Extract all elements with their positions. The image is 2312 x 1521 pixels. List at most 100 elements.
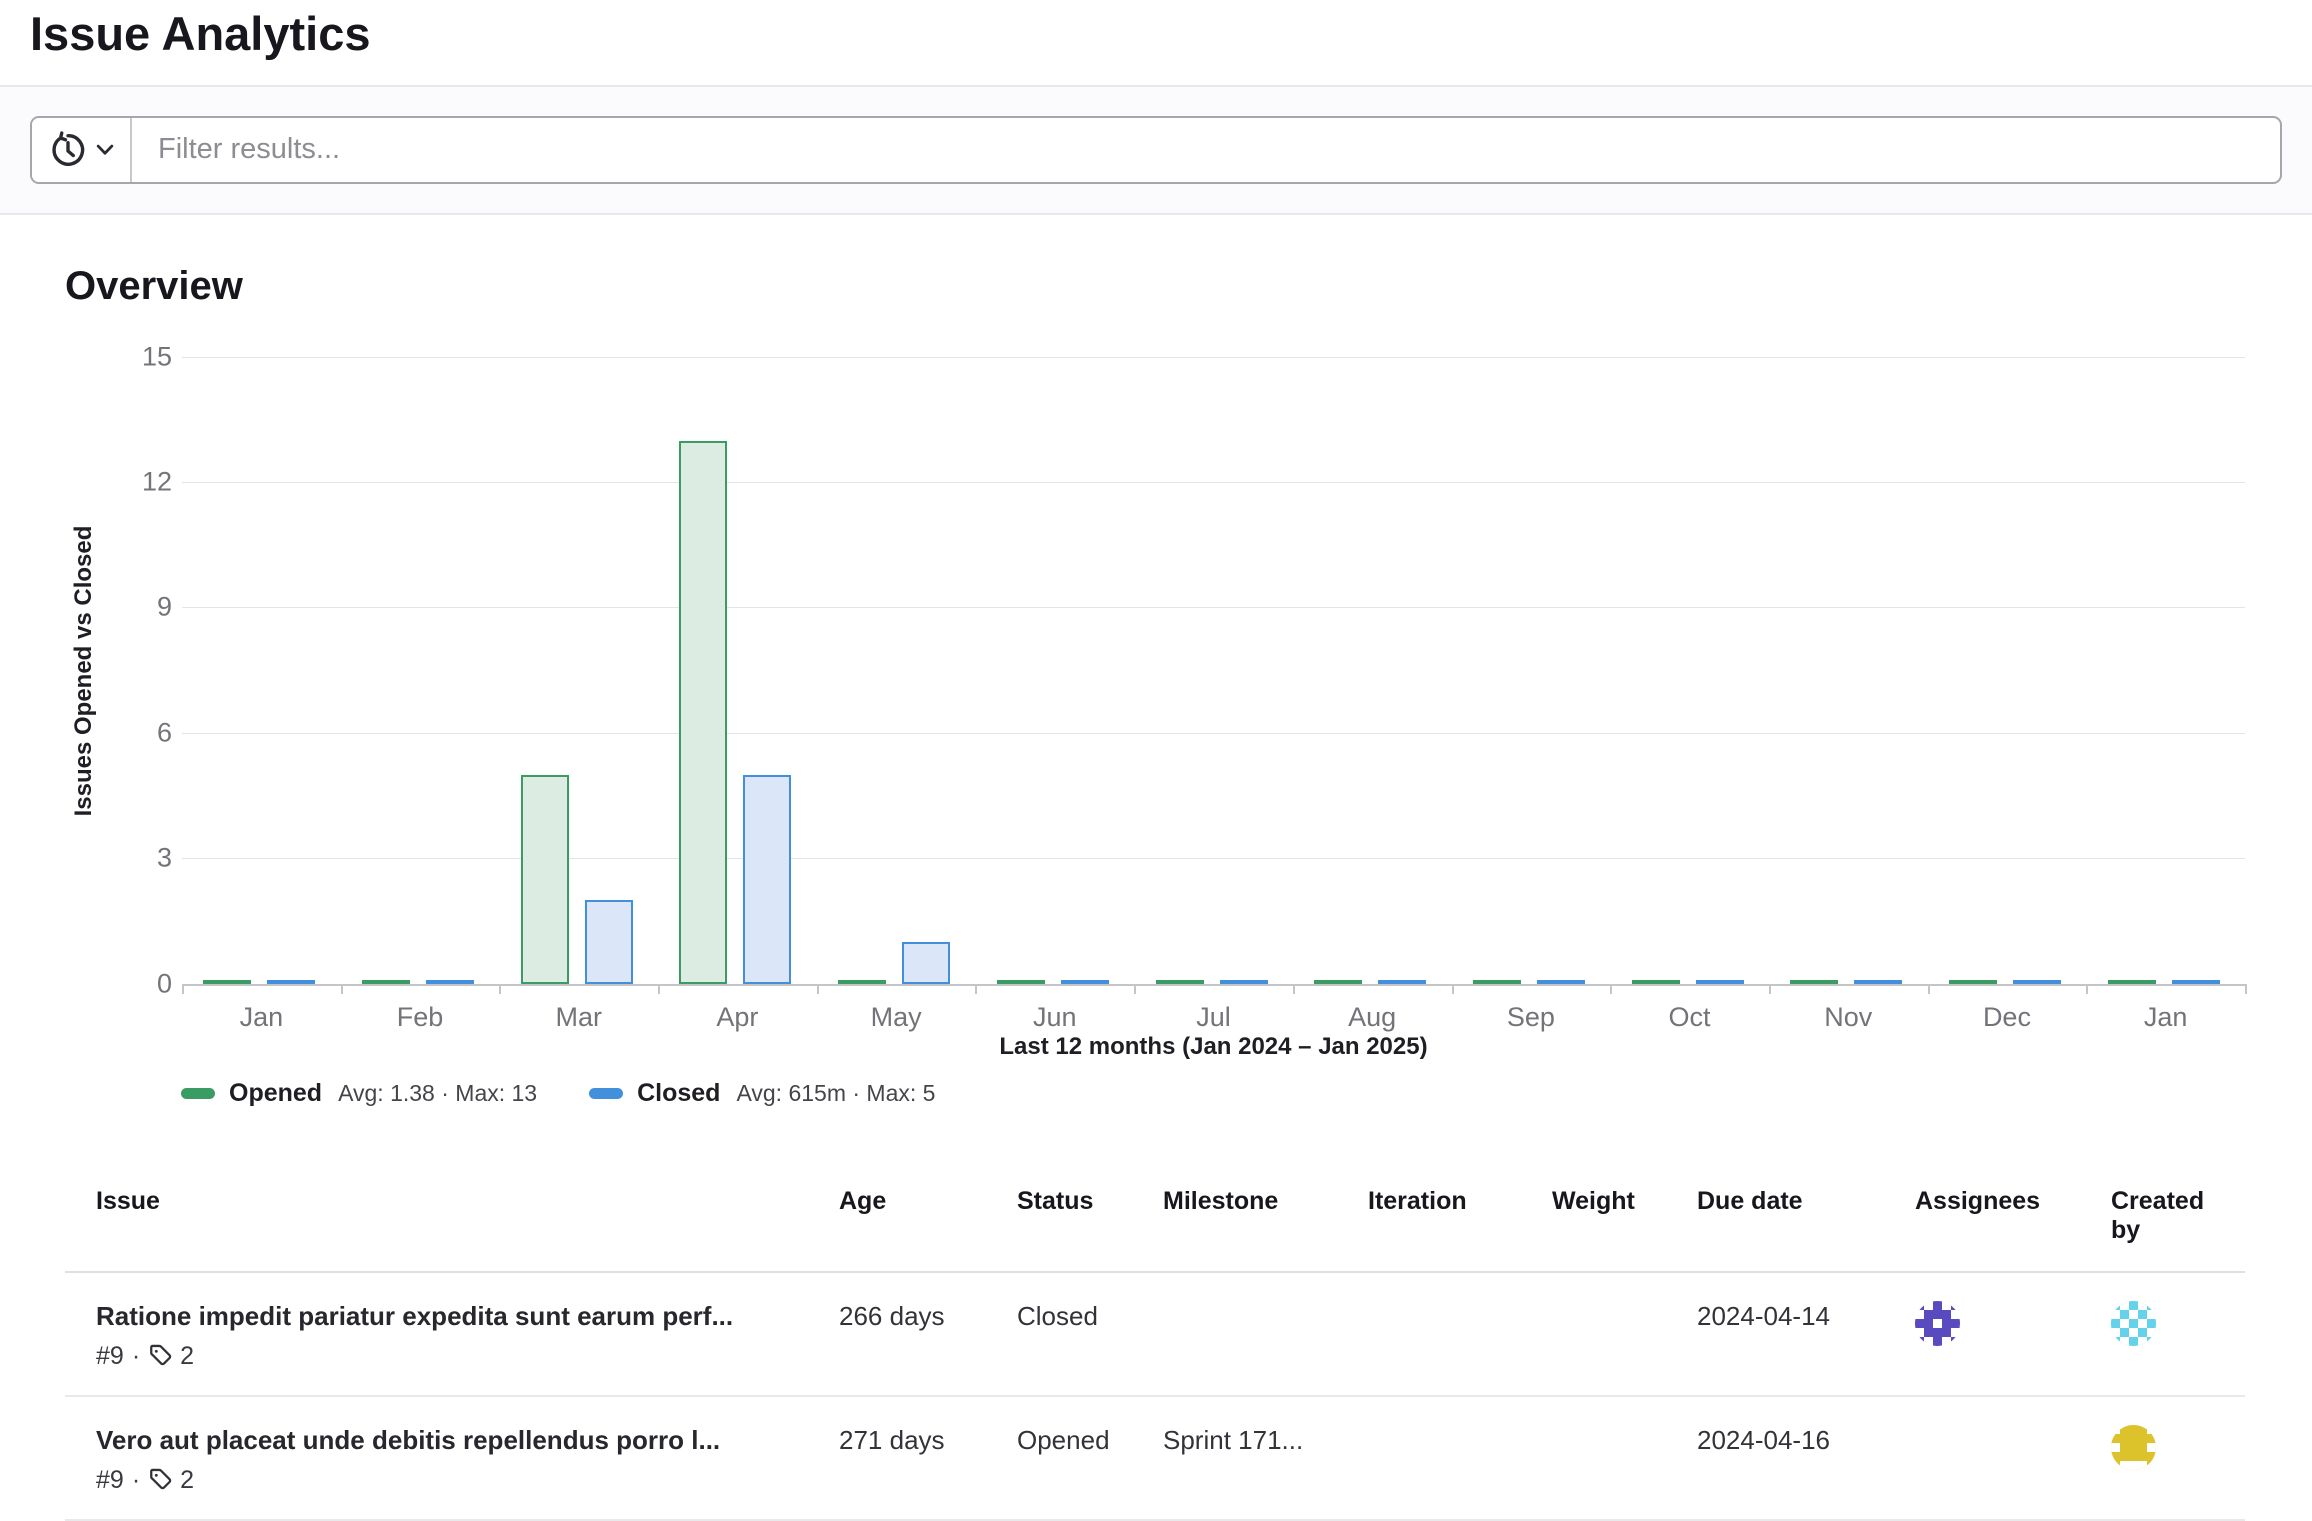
weight-cell	[1552, 1397, 1697, 1449]
x-axis-tick	[1610, 984, 1612, 994]
bar-opened-oct-9	[1632, 980, 1680, 984]
x-tick-label-jun-5: Jun	[975, 1002, 1134, 1033]
created-by-cell	[2111, 1397, 2245, 1501]
issue-meta: #9·2	[96, 1342, 829, 1371]
x-axis-tick	[499, 984, 501, 994]
issues-table: Issue Age Status Milestone Iteration Wei…	[65, 1169, 2245, 1521]
iteration-cell	[1368, 1397, 1552, 1449]
overview-heading: Overview	[65, 263, 2312, 309]
filter-panel	[0, 85, 2312, 215]
x-axis-tick	[1769, 984, 1771, 994]
y-tick-label-3: 3	[82, 843, 172, 874]
meta-separator: ·	[132, 1342, 140, 1371]
assignee-avatar-row1[interactable]	[1915, 1301, 1960, 1346]
gridline-y-6	[182, 733, 2245, 734]
bar-closed-dec-11	[2013, 980, 2061, 984]
bar-closed-may-4	[902, 942, 950, 984]
bar-closed-aug-7	[1378, 980, 1426, 984]
x-axis-tick	[2245, 984, 2247, 994]
created-by-avatar-row2[interactable]	[2111, 1425, 2156, 1470]
bar-closed-feb-1	[426, 980, 474, 984]
status-cell: Opened	[1017, 1397, 1163, 1480]
x-tick-label-jul-6: Jul	[1134, 1002, 1293, 1033]
due-date-cell: 2024-04-14	[1697, 1273, 1915, 1356]
x-tick-label-oct-9: Oct	[1610, 1002, 1769, 1033]
x-axis-tick	[341, 984, 343, 994]
bar-opened-sep-8	[1473, 980, 1521, 984]
bar-closed-jan-0	[267, 980, 315, 984]
issues-chart: Issues Opened vs Closed 03691215JanFebMa…	[0, 317, 2312, 1119]
bar-closed-oct-9	[1696, 980, 1744, 984]
x-tick-label-nov-10: Nov	[1769, 1002, 1928, 1033]
label-count: 2	[180, 1342, 194, 1371]
x-axis-tick	[975, 984, 977, 994]
chart-legend: Opened Avg: 1.38 · Max: 13 Closed Avg: 6…	[181, 1079, 935, 1108]
gridline-y-15	[182, 357, 2245, 358]
bar-closed-jul-6	[1220, 980, 1268, 984]
legend-swatch-opened	[181, 1088, 215, 1099]
legend-stats-closed: Avg: 615m · Max: 5	[736, 1080, 935, 1107]
y-tick-label-0: 0	[82, 968, 172, 999]
legend-item-closed: Closed Avg: 615m · Max: 5	[589, 1079, 935, 1108]
bar-opened-dec-11	[1949, 980, 1997, 984]
milestone-cell: Sprint 171...	[1163, 1397, 1368, 1480]
x-tick-label-aug-7: Aug	[1293, 1002, 1452, 1033]
issue-ref: #9	[96, 1466, 124, 1495]
issue-cell: Ratione impedit pariatur expedita sunt e…	[65, 1273, 839, 1395]
x-tick-label-dec-11: Dec	[1928, 1002, 2087, 1033]
meta-separator: ·	[132, 1466, 140, 1495]
col-header-milestone: Milestone	[1163, 1169, 1368, 1242]
filter-results-input[interactable]	[132, 118, 2280, 182]
x-tick-label-sep-8: Sep	[1452, 1002, 1611, 1033]
y-axis-title: Issues Opened vs Closed	[70, 525, 98, 816]
bar-opened-mar-2	[521, 775, 569, 984]
y-tick-label-9: 9	[82, 592, 172, 623]
bar-opened-jul-6	[1156, 980, 1204, 984]
legend-stats-opened: Avg: 1.38 · Max: 13	[338, 1080, 537, 1107]
page-title: Issue Analytics	[30, 8, 2312, 60]
issue-title-link[interactable]: Vero aut placeat unde debitis repellendu…	[96, 1425, 829, 1456]
legend-item-opened: Opened Avg: 1.38 · Max: 13	[181, 1079, 537, 1108]
col-header-due-date: Due date	[1697, 1169, 1915, 1242]
labels-icon	[148, 1467, 174, 1493]
bar-closed-sep-8	[1537, 980, 1585, 984]
filter-control	[30, 116, 2282, 184]
issue-title-link[interactable]: Ratione impedit pariatur expedita sunt e…	[96, 1301, 829, 1332]
bar-opened-jun-5	[997, 980, 1045, 984]
iteration-cell	[1368, 1273, 1552, 1325]
filter-history-button[interactable]	[32, 118, 132, 182]
x-tick-label-feb-1: Feb	[341, 1002, 500, 1033]
bar-opened-apr-3	[679, 441, 727, 984]
col-header-iteration: Iteration	[1368, 1169, 1552, 1242]
labels-icon	[148, 1343, 174, 1369]
created-by-avatar-row1[interactable]	[2111, 1301, 2156, 1346]
chevron-down-icon	[96, 144, 114, 156]
bar-closed-apr-3	[743, 775, 791, 984]
col-header-status: Status	[1017, 1169, 1163, 1242]
table-row-2: Vero aut placeat unde debitis repellendu…	[65, 1397, 2245, 1521]
x-axis-title: Last 12 months (Jan 2024 – Jan 2025)	[182, 1033, 2245, 1061]
table-header-row: Issue Age Status Milestone Iteration Wei…	[65, 1169, 2245, 1273]
weight-cell	[1552, 1273, 1697, 1325]
col-header-age: Age	[839, 1169, 1017, 1242]
label-count: 2	[180, 1466, 194, 1495]
x-axis-tick	[1928, 984, 1930, 994]
bar-closed-jan-12	[2172, 980, 2220, 984]
legend-name-opened: Opened	[229, 1079, 322, 1108]
x-tick-label-may-4: May	[817, 1002, 976, 1033]
due-date-cell: 2024-04-16	[1697, 1397, 1915, 1480]
gridline-y-12	[182, 482, 2245, 483]
x-axis-tick	[1134, 984, 1136, 994]
col-header-issue: Issue	[65, 1169, 839, 1242]
x-tick-label-jan-0: Jan	[182, 1002, 341, 1033]
x-axis-tick	[817, 984, 819, 994]
chart-plot-area	[182, 357, 2245, 984]
bar-closed-jun-5	[1061, 980, 1109, 984]
table-row-1: Ratione impedit pariatur expedita sunt e…	[65, 1273, 2245, 1397]
assignees-cell	[1915, 1397, 2111, 1449]
y-tick-label-15: 15	[82, 341, 172, 372]
bar-opened-jan-12	[2108, 980, 2156, 984]
age-cell: 266 days	[839, 1273, 1017, 1356]
x-axis-tick	[2086, 984, 2088, 994]
col-header-weight: Weight	[1552, 1169, 1697, 1242]
